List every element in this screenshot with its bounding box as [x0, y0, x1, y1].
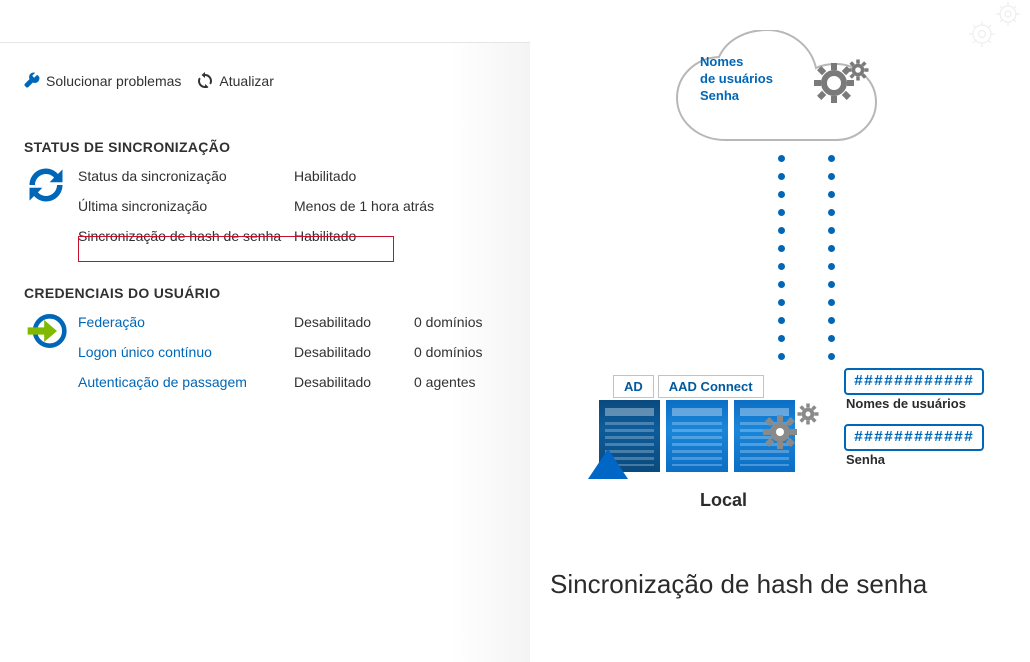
sync-dots-left — [778, 155, 784, 371]
row-value: Menos de 1 hora atrás — [294, 198, 434, 214]
gear-deco-icon — [960, 0, 1030, 53]
sync-status-panel: Solucionar problemas Atualizar STATUS DE… — [0, 42, 530, 662]
passthrough-link[interactable]: Autenticação de passagem — [78, 374, 294, 390]
creds-row-passthrough: Autenticação de passagem Desabilitado 0 … — [78, 367, 506, 397]
row-label: Última sincronização — [78, 198, 294, 214]
creds-row-federation: Federação Desabilitado 0 domínios — [78, 307, 506, 337]
hash-password-box: ############ — [844, 424, 984, 451]
gear-icon — [810, 52, 882, 115]
row-value: Habilitado — [294, 228, 414, 244]
sync-dots-right — [828, 155, 834, 371]
hash-password-label: Senha — [846, 452, 885, 467]
row-extra: 0 domínios — [414, 344, 482, 360]
refresh-button[interactable]: Atualizar — [197, 72, 273, 91]
cloud-line1: Nomes — [700, 54, 773, 71]
sso-link[interactable]: Logon único contínuo — [78, 344, 294, 360]
signin-icon — [24, 307, 78, 397]
troubleshoot-button[interactable]: Solucionar problemas — [24, 72, 181, 91]
troubleshoot-label: Solucionar problemas — [46, 73, 181, 89]
diagram-panel: Nomes de usuários Senha AD AAD Connect — [530, 0, 1030, 620]
toolbar: Solucionar problemas Atualizar — [0, 57, 530, 105]
hash-username-label: Nomes de usuários — [846, 396, 966, 411]
row-value: Desabilitado — [294, 374, 414, 390]
creds-row-sso: Logon único contínuo Desabilitado 0 domí… — [78, 337, 506, 367]
sync-row-last: Última sincronização Menos de 1 hora atr… — [78, 191, 506, 221]
hash-username-box: ############ — [844, 368, 984, 395]
server-tag-ad: AD — [613, 375, 654, 398]
sync-row-hash: Sincronização de hash de senha Habilitad… — [78, 221, 506, 251]
gear-icon — [760, 398, 830, 457]
cloud-line3: Senha — [700, 88, 773, 105]
row-label: Status da sincronização — [78, 168, 294, 184]
federation-link[interactable]: Federação — [78, 314, 294, 330]
cloud-text: Nomes de usuários Senha — [700, 54, 773, 105]
server-icon — [666, 400, 727, 472]
local-label: Local — [700, 490, 747, 511]
refresh-label: Atualizar — [219, 73, 273, 89]
refresh-icon — [197, 72, 213, 91]
server-tag-aadc: AAD Connect — [658, 375, 764, 398]
row-value: Desabilitado — [294, 344, 414, 360]
sync-icon — [24, 161, 78, 251]
row-extra: 0 agentes — [414, 374, 476, 390]
creds-section-header: CREDENCIAIS DO USUÁRIO — [24, 285, 506, 301]
triangle-icon — [588, 449, 628, 479]
row-label: Sincronização de hash de senha — [78, 228, 294, 244]
cloud-line2: de usuários — [700, 71, 773, 88]
row-extra: 0 domínios — [414, 314, 482, 330]
diagram-title: Sincronização de hash de senha — [550, 569, 927, 600]
tools-icon — [24, 72, 40, 91]
row-value: Habilitado — [294, 168, 414, 184]
row-value: Desabilitado — [294, 314, 414, 330]
sync-section-header: STATUS DE SINCRONIZAÇÃO — [24, 139, 506, 155]
sync-row-status: Status da sincronização Habilitado — [78, 161, 506, 191]
